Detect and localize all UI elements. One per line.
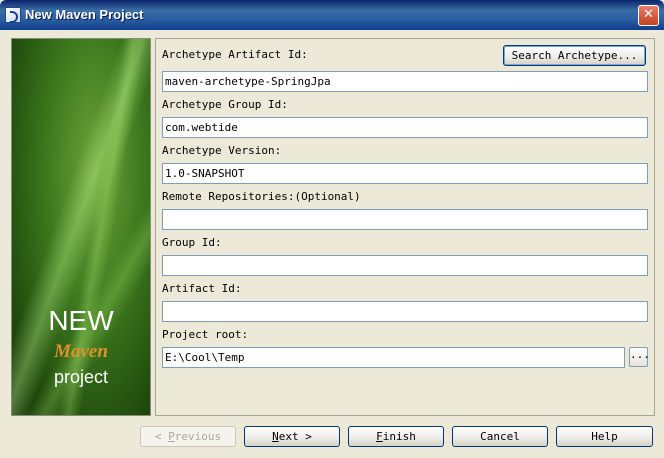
- remote-repositories-field[interactable]: [162, 209, 648, 230]
- group-id-label: Group Id:: [162, 236, 222, 249]
- next-mnemonic: N: [272, 430, 279, 443]
- artifact-id-field[interactable]: [162, 301, 648, 322]
- previous-label: revious: [174, 430, 222, 443]
- banner-new-text: NEW: [48, 305, 114, 336]
- finish-mnemonic: F: [376, 430, 383, 443]
- archetype-version-field[interactable]: 1.0-SNAPSHOT: [162, 163, 648, 184]
- project-root-label: Project root:: [162, 328, 249, 341]
- remote-repositories-label: Remote Repositories:(Optional): [162, 190, 361, 203]
- finish-label: inish: [382, 430, 416, 443]
- next-arrow-icon: >: [305, 430, 312, 443]
- banner-project-text: project: [53, 367, 109, 387]
- archetype-version-label: Archetype Version:: [162, 144, 282, 157]
- project-root-field[interactable]: E:\Cool\Temp: [162, 347, 625, 368]
- maven-app-icon: [5, 7, 21, 23]
- previous-button[interactable]: < Previous: [140, 426, 236, 447]
- search-archetype-button[interactable]: Search Archetype...: [503, 45, 646, 66]
- group-id-field[interactable]: [162, 255, 648, 276]
- browse-button[interactable]: ...: [629, 347, 650, 367]
- cancel-button[interactable]: Cancel: [452, 426, 548, 447]
- archetype-artifact-id-label: Archetype Artifact Id:: [162, 48, 308, 61]
- help-button[interactable]: Help: [556, 426, 653, 447]
- previous-mnemonic: P: [168, 430, 175, 443]
- next-label: ext: [278, 430, 299, 443]
- archetype-group-id-label: Archetype Group Id:: [162, 98, 288, 111]
- artifact-id-label: Artifact Id:: [162, 282, 242, 295]
- wizard-banner: NEW Maven project: [11, 38, 151, 416]
- title-bar: New Maven Project ✕: [0, 0, 664, 30]
- finish-button[interactable]: Finish: [348, 426, 444, 447]
- next-button[interactable]: Next >: [244, 426, 340, 447]
- close-icon: ✕: [643, 7, 654, 22]
- banner-maven-text: Maven: [54, 341, 108, 362]
- window-title: New Maven Project: [25, 7, 144, 22]
- previous-arrow-icon: <: [154, 430, 162, 443]
- archetype-group-id-field[interactable]: com.webtide: [162, 117, 648, 138]
- archetype-artifact-id-field[interactable]: maven-archetype-SpringJpa: [162, 71, 648, 92]
- close-button[interactable]: ✕: [638, 5, 659, 26]
